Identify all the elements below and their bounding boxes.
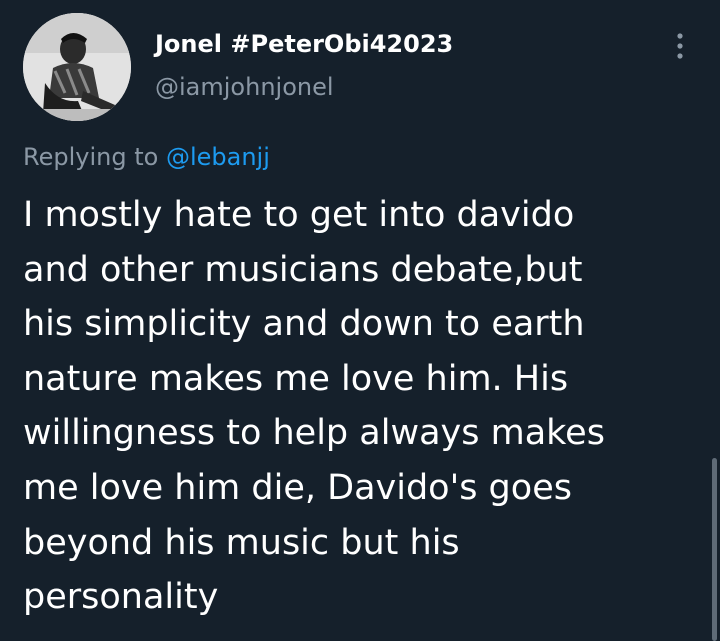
replying-to: Replying to @lebanjj <box>23 143 270 171</box>
tweet-line: willingness to help always makes <box>23 413 605 454</box>
reply-mention-link[interactable]: @lebanjj <box>166 143 270 171</box>
author-handle[interactable]: @iamjohnjonel <box>155 73 334 101</box>
avatar[interactable] <box>23 13 131 121</box>
tweet-line: his simplicity and down to earth <box>23 304 585 345</box>
tweet-line: nature makes me love him. His <box>23 358 569 399</box>
more-vertical-icon <box>677 33 683 59</box>
replying-to-label: Replying to <box>23 143 159 171</box>
more-options-button[interactable] <box>666 28 694 64</box>
scrollbar[interactable] <box>712 458 717 641</box>
avatar-photo <box>23 13 131 121</box>
tweet-line: I mostly hate to get into davido <box>23 195 575 235</box>
tweet-line: personality <box>23 577 219 618</box>
tweet-line: and other musicians debate,but <box>23 249 583 290</box>
tweet-text: I mostly hate to get into davido and oth… <box>23 188 693 625</box>
tweet-line: me love him die, Davido's goes <box>23 467 572 508</box>
tweet-line: beyond his music but his <box>23 522 460 563</box>
author-display-name[interactable]: Jonel #PeterObi42023 <box>155 30 453 58</box>
